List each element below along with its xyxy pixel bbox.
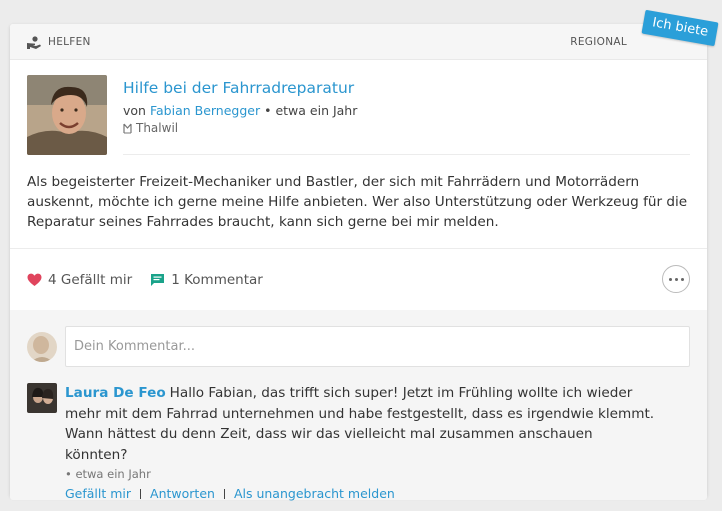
post: Hilfe bei der Fahrradreparatur von Fabia… [10, 60, 707, 248]
commenter-avatar[interactable] [27, 383, 57, 413]
location: Thalwil [123, 121, 690, 135]
more-button[interactable] [662, 265, 690, 293]
more-icon-dot [668, 277, 672, 281]
region-label: REGIONAL [570, 35, 627, 48]
more-icon-dot [680, 277, 684, 281]
comment-content: Laura De Feo Hallo Fabian, das trifft sic… [65, 383, 655, 501]
comment-like-link[interactable]: Gefällt mir [65, 486, 131, 501]
comment-count: 1 Kommentar [171, 271, 263, 288]
like-count: 4 Gefällt mir [48, 271, 133, 288]
comment-compose [27, 326, 690, 367]
comment-item: Laura De Feo Hallo Fabian, das trifft sic… [27, 383, 690, 501]
author-avatar[interactable] [27, 75, 107, 155]
post-meta: Hilfe bei der Fahrradreparatur von Fabia… [123, 75, 690, 155]
byline: von Fabian Bernegger • etwa ein Jahr [123, 103, 690, 118]
by-prefix: von [123, 103, 146, 118]
post-time: • etwa ein Jahr [264, 103, 358, 118]
post-title[interactable]: Hilfe bei der Fahrradreparatur [123, 79, 690, 97]
link-separator [223, 488, 225, 499]
post-body: Als begeisterter Freizeit-Mechaniker und… [27, 174, 688, 230]
category: HELFEN [26, 35, 91, 49]
map-pin-icon [123, 123, 132, 134]
heart-icon [27, 273, 42, 287]
card-header: HELFEN REGIONAL [10, 24, 707, 60]
comment-input[interactable] [65, 326, 690, 367]
post-top: Hilfe bei der Fahrradreparatur von Fabia… [27, 75, 690, 155]
helping-hand-icon [26, 35, 42, 49]
comment-reply-link[interactable]: Antworten [150, 486, 215, 501]
comment-button[interactable]: 1 Kommentar [150, 272, 263, 288]
comment-time: • etwa ein Jahr [65, 467, 151, 481]
comment-text-block: Laura De Feo Hallo Fabian, das trifft sic… [65, 383, 655, 465]
category-label: HELFEN [48, 35, 91, 48]
comment-icon [150, 273, 165, 287]
location-label: Thalwil [136, 121, 179, 135]
more-icon-dot [674, 277, 678, 281]
author-link[interactable]: Fabian Bernegger [150, 103, 260, 118]
like-button[interactable]: 4 Gefällt mir [27, 272, 132, 288]
current-user-avatar [27, 331, 57, 362]
commenter-name[interactable]: Laura De Feo [65, 385, 166, 401]
link-separator [140, 488, 142, 499]
comments-section: Laura De FeoHallo Fabian, das trifft sic… [10, 310, 707, 501]
post-card: Ich biete HELFEN REGIONAL Hilfe bei der … [10, 9, 719, 501]
comment-report-link[interactable]: Als unangebracht melden [234, 486, 395, 501]
post-actions: 4 Gefällt mir 1 Kommentar [10, 248, 707, 310]
comment-links: Gefällt mir Antworten Als unangebracht m… [65, 486, 655, 501]
